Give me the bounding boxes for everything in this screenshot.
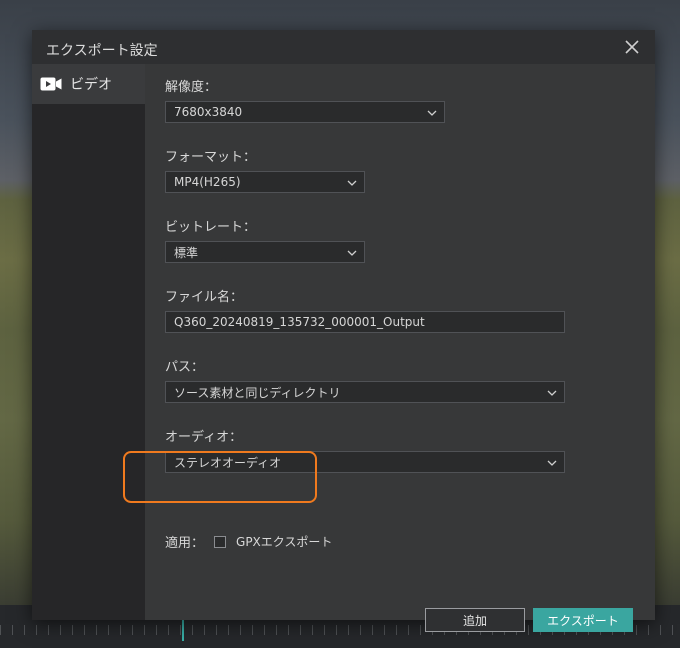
sidebar-item-label: ビデオ [70,77,112,93]
chevron-down-icon [347,180,357,186]
chevron-down-icon [547,390,557,396]
apply-label: 適用： [165,536,205,551]
timeline-playhead [182,619,184,641]
bitrate-value: 標準 [174,245,199,260]
highlight-annotation [123,451,317,503]
settings-panel: 解像度： 7680x3840 フォーマット： MP4(H265) ビットレート：… [145,64,655,632]
gpx-export-label[interactable]: GPXエクスポート [236,533,332,550]
format-value: MP4(H265) [174,175,241,189]
export-button[interactable]: エクスポート [533,608,633,632]
audio-label: オーディオ： [165,430,243,445]
chevron-down-icon [547,460,557,466]
resolution-select[interactable]: 7680x3840 [165,101,445,123]
path-select[interactable]: ソース素材と同じディレクトリ [165,381,565,403]
export-settings-dialog: エクスポート設定 ビデオ 解像度： 7680x3840 フォーマット： MP4(… [32,30,655,632]
bitrate-select[interactable]: 標準 [165,241,365,263]
close-icon [625,40,639,54]
path-label: パス： [165,360,205,375]
filename-value: Q360_20240819_135732_000001_Output [174,315,425,329]
format-label: フォーマット： [165,150,257,165]
format-select[interactable]: MP4(H265) [165,171,365,193]
chevron-down-icon [427,110,437,116]
dialog-title: エクスポート設定 [46,43,158,59]
add-button[interactable]: 追加 [425,608,525,632]
filename-input[interactable]: Q360_20240819_135732_000001_Output [165,311,565,333]
close-button[interactable] [623,38,641,56]
sidebar: ビデオ [32,64,145,620]
chevron-down-icon [347,250,357,256]
filename-label: ファイル名： [165,290,244,305]
gpx-export-checkbox[interactable] [214,535,227,548]
path-value: ソース素材と同じディレクトリ [174,385,341,400]
video-camera-icon [40,77,62,91]
sidebar-item-video[interactable]: ビデオ [32,64,145,104]
bitrate-label: ビットレート： [165,220,257,235]
apply-row: 適用： GPXエクスポート [165,532,332,551]
resolution-value: 7680x3840 [174,105,243,119]
resolution-label: 解像度： [165,80,218,95]
